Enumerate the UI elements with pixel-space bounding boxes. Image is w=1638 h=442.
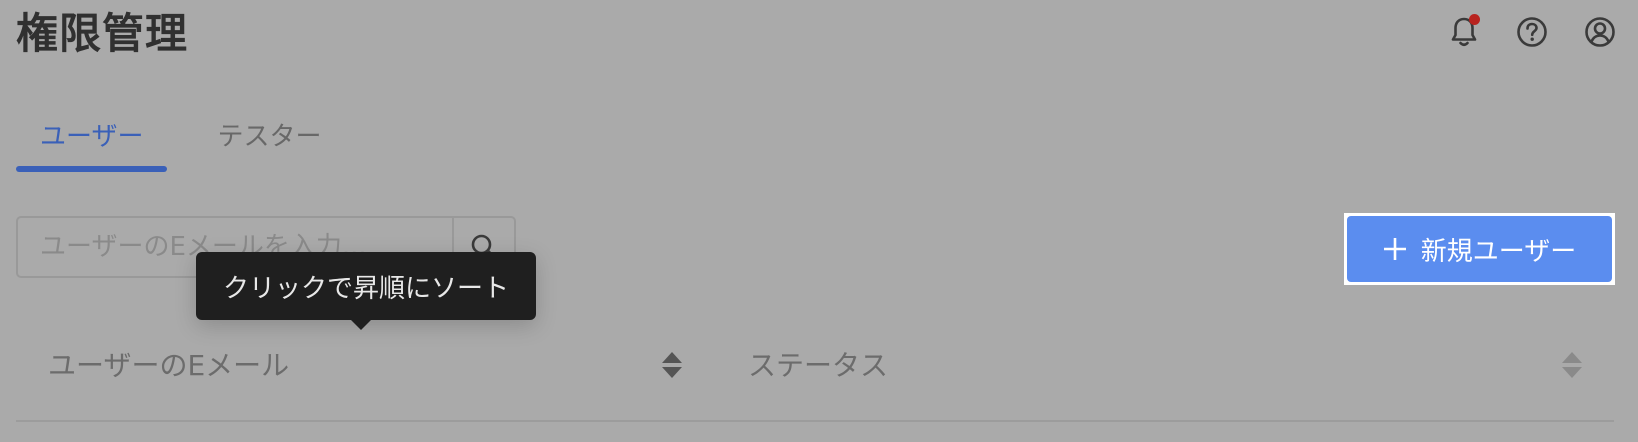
sort-status-control[interactable]: [1562, 352, 1582, 380]
sort-descending-icon: [1562, 367, 1582, 378]
tab-bar: ユーザー テスター: [16, 112, 346, 172]
tab-testers[interactable]: テスター: [193, 112, 345, 172]
notifications-button[interactable]: [1446, 14, 1482, 50]
plus-icon: [1383, 238, 1406, 260]
help-button[interactable]: [1514, 14, 1550, 50]
column-header-status[interactable]: ステータス: [748, 348, 888, 384]
sort-email-control[interactable]: [662, 352, 682, 380]
sort-descending-icon: [662, 367, 682, 378]
column-header-email[interactable]: ユーザーのEメール: [48, 348, 289, 384]
sort-ascending-icon: [662, 352, 682, 363]
page-title: 権限管理: [16, 9, 189, 58]
user-circle-icon: [1585, 17, 1615, 47]
new-user-button[interactable]: 新規ユーザー: [1347, 216, 1612, 282]
notification-dot: [1469, 14, 1480, 25]
header-actions: [1446, 14, 1618, 50]
tab-users[interactable]: ユーザー: [16, 112, 168, 172]
sort-ascending-icon: [1562, 352, 1582, 363]
new-user-button-focus-ring: 新規ユーザー: [1344, 213, 1615, 285]
help-circle-icon: [1517, 17, 1547, 47]
tooltip-arrow: [350, 319, 372, 330]
table-header: ユーザーのEメール ステータス: [16, 330, 1614, 422]
new-user-label: 新規ユーザー: [1420, 236, 1577, 267]
sort-tooltip: クリックで昇順にソート: [196, 252, 536, 320]
account-button[interactable]: [1582, 14, 1618, 50]
